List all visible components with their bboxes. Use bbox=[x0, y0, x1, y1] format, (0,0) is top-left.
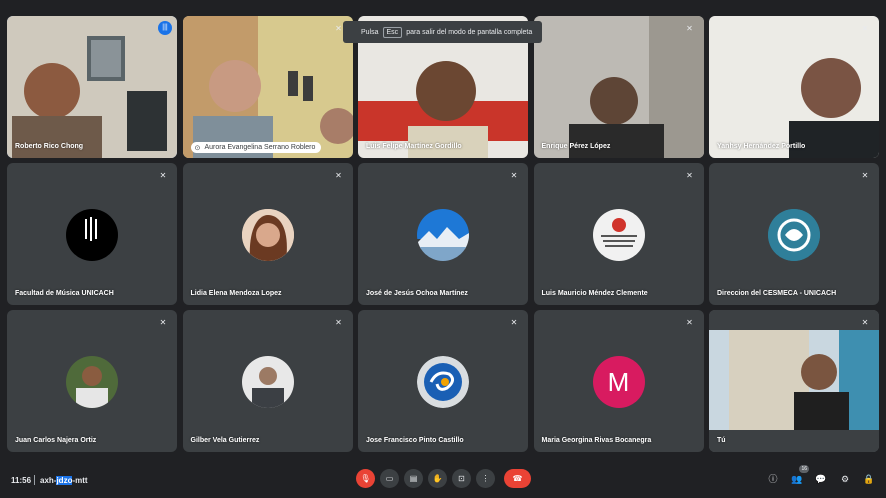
mic-off-icon: ✕ bbox=[510, 171, 518, 180]
participant-tile[interactable]: ✕ M Maria Georgina Rivas Bocanegra bbox=[533, 310, 704, 452]
avatar bbox=[241, 356, 294, 408]
participant-name: Luis Mauricio Méndez Clemente bbox=[541, 290, 648, 297]
participant-tile[interactable]: ✕ Facultad de Música UNICACH bbox=[7, 163, 177, 305]
profile-photo bbox=[66, 356, 118, 408]
avatar bbox=[66, 356, 118, 408]
mic-off-icon: ✕ bbox=[335, 318, 342, 327]
fullscreen-toast: Pulsa Esc para salir del modo de pantall… bbox=[343, 21, 542, 43]
participant-name: Jose Francisco Pinto Castillo bbox=[366, 437, 464, 444]
speaking-indicator-icon: ||| bbox=[158, 21, 172, 35]
participant-name: Enrique Pérez López bbox=[541, 143, 611, 150]
people-icon[interactable]: 👥 16 bbox=[790, 465, 809, 486]
avatar bbox=[417, 209, 469, 261]
more-icon[interactable]: ⋮ bbox=[476, 469, 495, 488]
meet-stage: ||| Roberto Rico Chong ✕ ⊙ Aurora Evangel… bbox=[0, 0, 886, 498]
avatar bbox=[768, 209, 820, 261]
participant-tile[interactable]: ✕ José de Jesús Ochoa Martínez bbox=[358, 163, 528, 305]
participant-tile[interactable]: ✕ Jose Francisco Pinto Castillo bbox=[358, 310, 528, 452]
mic-off-icon: ✕ bbox=[159, 171, 167, 180]
mic-off-icon: ✕ bbox=[159, 318, 167, 327]
participant-name: Roberto Rico Chong bbox=[15, 143, 84, 150]
end-call-icon[interactable]: ☎ bbox=[504, 469, 531, 488]
bottom-bar: 11:56 axh-jdzo-mtt 🎙 ▭ ▤ ✋ ⊡ ⋮ ☎ ⓘ 👥 16 💬… bbox=[0, 465, 886, 494]
mic-off-icon[interactable]: 🎙 bbox=[356, 469, 375, 488]
participant-name-text: Aurora Evangelina Serrano Roblero bbox=[204, 144, 316, 151]
participant-name: José de Jesús Ochoa Martínez bbox=[366, 290, 468, 297]
participant-grid: ||| Roberto Rico Chong ✕ ⊙ Aurora Evangel… bbox=[7, 16, 879, 452]
avatar bbox=[417, 356, 469, 408]
video-feed bbox=[182, 16, 353, 158]
people-count-badge: 16 bbox=[799, 465, 809, 473]
side-controls: ⓘ 👥 16 💬 ⚙ 🔒 bbox=[766, 465, 876, 486]
video-feed bbox=[7, 16, 177, 158]
meeting-code-part: axh- bbox=[40, 476, 57, 485]
participant-tile[interactable]: ✕ Enrique Pérez López bbox=[533, 16, 704, 158]
participant-name: Tú bbox=[717, 437, 726, 444]
profile-photo bbox=[241, 356, 294, 408]
participant-tile[interactable]: ✕ Direccion del CESMECA - UNICACH bbox=[709, 163, 879, 305]
participant-tile[interactable]: ✕ Lidia Elena Mendoza Lopez bbox=[182, 163, 353, 305]
cesmeca-logo-icon bbox=[768, 209, 820, 261]
pin-icon: ⊙ bbox=[194, 145, 201, 152]
mic-off-icon: ✕ bbox=[861, 171, 869, 180]
mic-off-icon: ✕ bbox=[686, 24, 693, 33]
participant-tile[interactable]: ||| Roberto Rico Chong bbox=[7, 16, 177, 158]
institute-logo-icon bbox=[600, 218, 637, 247]
participant-tile[interactable]: ✕ Gilber Vela Gutierrez bbox=[182, 310, 353, 452]
clock: 11:56 bbox=[11, 476, 32, 485]
activities-icon[interactable]: ⚙ bbox=[838, 472, 852, 486]
present-icon[interactable]: ⊡ bbox=[452, 469, 471, 488]
participant-name: ⊙ Aurora Evangelina Serrano Roblero bbox=[190, 142, 322, 153]
participant-tile[interactable]: ✕ ⊙ Aurora Evangelina Serrano Roblero bbox=[182, 16, 353, 158]
participant-name: Gilber Vela Gutierrez bbox=[190, 437, 260, 444]
toast-prefix: Pulsa bbox=[361, 28, 379, 36]
participant-name: Luis Felipe Martínez Gordillo bbox=[366, 143, 462, 150]
video-feed bbox=[709, 16, 879, 158]
mic-off-icon: ✕ bbox=[335, 171, 342, 180]
participant-tile[interactable]: ✕ Yanhsy Hernández Portillo bbox=[709, 16, 879, 158]
camera-icon[interactable]: ▭ bbox=[380, 469, 399, 488]
raise-hand-icon[interactable]: ✋ bbox=[428, 469, 447, 488]
participant-tile[interactable]: ✕ Juan Carlos Najera Ortiz bbox=[7, 310, 177, 452]
video-feed bbox=[709, 310, 879, 452]
participant-name: Juan Carlos Najera Ortiz bbox=[15, 437, 97, 444]
participant-name: Direccion del CESMECA - UNICACH bbox=[717, 290, 837, 297]
participant-name: Facultad de Música UNICACH bbox=[15, 290, 114, 297]
participant-tile-self[interactable]: ✕ Tú bbox=[709, 310, 879, 452]
call-controls: 🎙 ▭ ▤ ✋ ⊡ ⋮ ☎ bbox=[356, 469, 531, 488]
info-icon[interactable]: ⓘ bbox=[766, 472, 780, 486]
mic-off-icon: ✕ bbox=[686, 318, 693, 327]
avatar bbox=[241, 209, 294, 261]
avatar: M bbox=[592, 356, 645, 408]
captions-icon[interactable]: ▤ bbox=[404, 469, 423, 488]
esc-key: Esc bbox=[382, 26, 403, 38]
mic-off-icon: ✕ bbox=[861, 318, 869, 327]
avatar bbox=[66, 209, 118, 261]
music-logo-icon bbox=[85, 217, 97, 241]
video-feed bbox=[533, 16, 704, 158]
host-controls-icon[interactable]: 🔒 bbox=[862, 472, 876, 486]
avatar bbox=[592, 209, 645, 261]
meeting-code-part: -mtt bbox=[72, 476, 88, 485]
profile-photo bbox=[241, 209, 294, 261]
participant-name: Maria Georgina Rivas Bocanegra bbox=[541, 437, 652, 444]
mountain-photo bbox=[417, 209, 469, 261]
chat-icon[interactable]: 💬 bbox=[814, 472, 828, 486]
mic-off-icon: ✕ bbox=[510, 318, 518, 327]
meeting-code-part-selected: jdzo bbox=[56, 476, 73, 485]
participant-name: Yanhsy Hernández Portillo bbox=[717, 143, 806, 150]
participant-tile[interactable]: ✕ Luis Mauricio Méndez Clemente bbox=[533, 163, 704, 305]
divider bbox=[34, 475, 35, 485]
participant-name: Lidia Elena Mendoza Lopez bbox=[190, 290, 282, 297]
swirl-logo-icon bbox=[417, 356, 469, 408]
mic-off-icon: ✕ bbox=[861, 24, 869, 33]
mic-off-icon: ✕ bbox=[686, 171, 693, 180]
toast-suffix: para salir del modo de pantalla completa bbox=[406, 28, 533, 36]
meeting-code: axh-jdzo-mtt bbox=[40, 476, 88, 485]
